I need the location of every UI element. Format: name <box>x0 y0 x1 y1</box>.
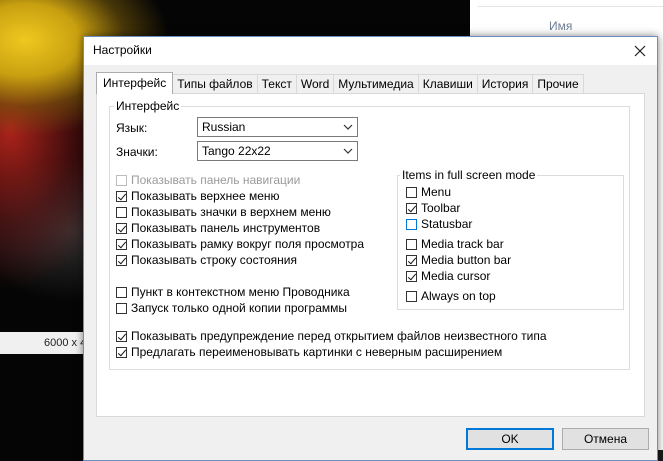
ok-button[interactable]: OK <box>466 428 554 450</box>
checkbox[interactable] <box>406 186 417 198</box>
checkbox-label: Media cursor <box>421 269 491 283</box>
checkbox-label: Statusbar <box>421 217 473 231</box>
checkbox-label: Показывать верхнее меню <box>131 189 280 203</box>
viewer-status-text: 6000 x 40 <box>0 332 90 354</box>
fullscreen-item-toolbar[interactable]: Toolbar <box>406 201 460 215</box>
option-show-view-border[interactable]: Показывать рамку вокруг поля просмотра <box>116 237 364 251</box>
interface-tab-panel: Интерфейс Язык: Russian Значки: Tango 22… <box>96 93 645 417</box>
option-show-top-menu[interactable]: Показывать верхнее меню <box>116 189 280 203</box>
tab-keys[interactable]: Клавиши <box>417 74 478 93</box>
close-button[interactable] <box>627 39 653 63</box>
option-show-nav-panel[interactable]: Показывать панель навигации <box>116 173 300 187</box>
chevron-down-icon <box>343 148 353 154</box>
checkbox-label: Показывать предупреждение перед открытие… <box>131 329 547 343</box>
file-list-top-edge <box>478 0 663 7</box>
option-single-instance[interactable]: Запуск только одной копии программы <box>116 301 347 315</box>
checkbox-label: Menu <box>421 185 452 199</box>
checkbox[interactable] <box>116 206 127 218</box>
tab-multimedia[interactable]: Мультимедиа <box>333 74 419 93</box>
option-show-menu-icons[interactable]: Показывать значки в верхнем меню <box>116 205 331 219</box>
fullscreen-item-always-on-top[interactable]: Always on top <box>406 289 496 303</box>
icons-select[interactable]: Tango 22x22 <box>197 141 358 161</box>
language-select[interactable]: Russian <box>197 117 358 137</box>
language-label: Язык: <box>116 121 148 135</box>
checkbox[interactable] <box>116 254 127 266</box>
checkbox-label: Показывать строку состояния <box>131 253 297 267</box>
fullscreen-item-media-track-bar[interactable]: Media track bar <box>406 237 504 251</box>
checkbox-label: Показывать панель инструментов <box>131 221 321 235</box>
fullscreen-group-title: Items in full screen mode <box>400 168 538 182</box>
language-select-value: Russian <box>202 120 246 134</box>
dialog-titlebar[interactable]: Настройки <box>84 37 657 65</box>
checkbox[interactable] <box>116 286 127 298</box>
checkbox-label: Toolbar <box>421 201 461 215</box>
checkbox[interactable] <box>406 202 417 214</box>
tab-text[interactable]: Текст <box>256 74 297 93</box>
fullscreen-item-statusbar[interactable]: Statusbar <box>406 217 472 231</box>
checkbox[interactable] <box>116 222 127 234</box>
fullscreen-item-media-cursor[interactable]: Media cursor <box>406 269 490 283</box>
checkbox[interactable] <box>406 238 417 250</box>
checkbox[interactable] <box>116 346 127 358</box>
fullscreen-item-media-button-bar[interactable]: Media button bar <box>406 253 511 267</box>
settings-dialog: Настройки Интерфейс Типы файлов Текст Wo… <box>83 36 658 461</box>
checkbox[interactable] <box>116 174 127 186</box>
cancel-button[interactable]: Отмена <box>562 428 649 450</box>
checkbox[interactable] <box>406 270 417 282</box>
tab-file-types[interactable]: Типы файлов <box>172 74 258 93</box>
checkbox-label: Предлагать переименовывать картинки с не… <box>131 345 503 359</box>
checkbox-label: Media button bar <box>421 253 512 267</box>
checkbox[interactable] <box>116 330 127 342</box>
name-column-header[interactable]: Имя <box>549 19 572 33</box>
fullscreen-items-group: Items in full screen mode Menu Toolbar S… <box>397 168 624 310</box>
checkbox-label: Media track bar <box>421 237 504 251</box>
option-explorer-context-menu[interactable]: Пункт в контекстном меню Проводника <box>116 285 350 299</box>
icons-label: Значки: <box>116 145 158 159</box>
option-show-statusbar[interactable]: Показывать строку состояния <box>116 253 297 267</box>
interface-group-title: Интерфейс <box>114 99 182 113</box>
fullscreen-item-menu[interactable]: Menu <box>406 185 451 199</box>
checkbox[interactable] <box>116 238 127 250</box>
checkbox[interactable] <box>116 302 127 314</box>
checkbox-label: Показывать панель навигации <box>131 173 301 187</box>
checkbox-label: Пункт в контекстном меню Проводника <box>131 285 350 299</box>
checkbox-label: Always on top <box>421 289 496 303</box>
tab-interface[interactable]: Интерфейс <box>96 72 174 94</box>
checkbox[interactable] <box>406 290 417 302</box>
chevron-down-icon <box>343 124 353 130</box>
settings-tabs: Интерфейс Типы файлов Текст Word Мультим… <box>96 72 584 94</box>
checkbox-label: Показывать значки в верхнем меню <box>131 205 331 219</box>
checkbox[interactable] <box>406 254 417 266</box>
interface-group: Интерфейс Язык: Russian Значки: Tango 22… <box>109 99 630 370</box>
checkbox[interactable] <box>406 218 417 230</box>
option-warn-unknown-type[interactable]: Показывать предупреждение перед открытие… <box>116 329 547 343</box>
checkbox-label: Показывать рамку вокруг поля просмотра <box>131 237 365 251</box>
option-show-toolbar[interactable]: Показывать панель инструментов <box>116 221 320 235</box>
option-offer-rename-images[interactable]: Предлагать переименовывать картинки с не… <box>116 345 502 359</box>
checkbox-label: Запуск только одной копии программы <box>131 301 348 315</box>
close-icon <box>634 45 646 57</box>
checkbox[interactable] <box>116 190 127 202</box>
tab-other[interactable]: Прочие <box>532 74 584 93</box>
tab-word[interactable]: Word <box>295 74 335 93</box>
dialog-title: Настройки <box>93 43 152 57</box>
tab-history[interactable]: История <box>476 74 534 93</box>
icons-select-value: Tango 22x22 <box>202 144 271 158</box>
